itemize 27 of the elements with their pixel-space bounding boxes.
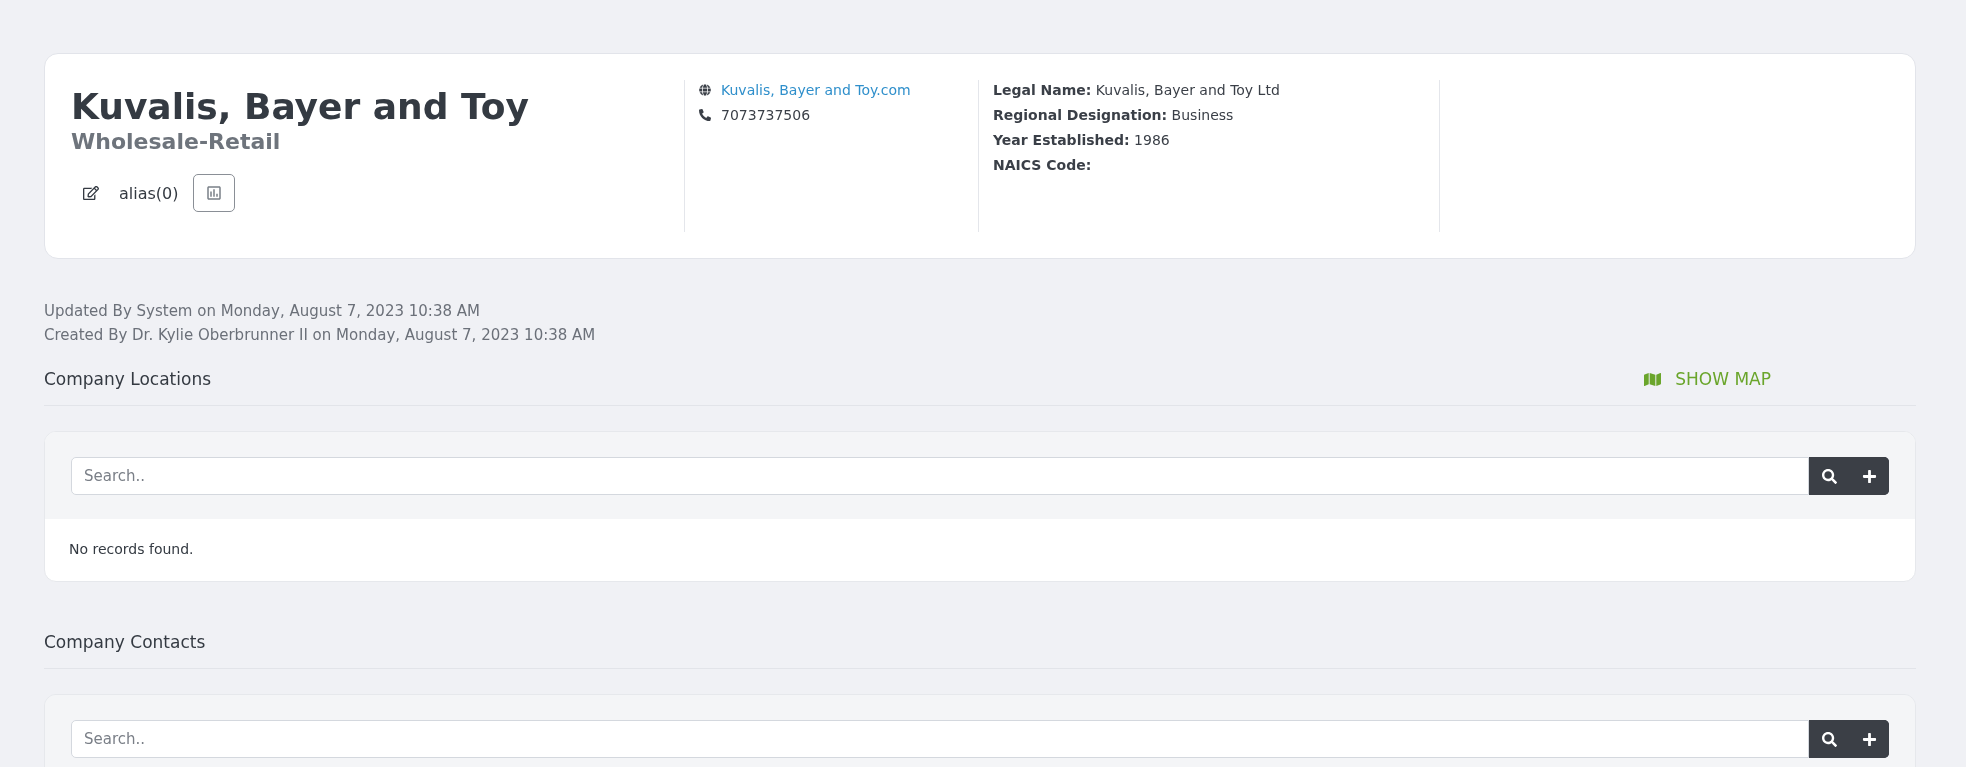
search-icon xyxy=(1821,731,1837,747)
plus-icon xyxy=(1861,731,1877,747)
search-icon xyxy=(1821,468,1837,484)
audit-text: Created By Dr. Kylie Oberbrunner II on Monday, August 7, 2023 10:38 AM xyxy=(44,325,597,346)
chart-button[interactable] xyxy=(192,174,235,212)
map-icon xyxy=(1644,370,1662,388)
empty-message: No records found. xyxy=(68,540,195,559)
show-map-button[interactable]: SHOW MAP xyxy=(1644,369,1771,389)
section-title: Company Locations xyxy=(44,369,212,389)
company-name: Kuvalis, Bayer and Toy xyxy=(71,86,530,127)
company-category: Wholesale-Retail xyxy=(71,129,282,154)
detail-line: NAICS Code: xyxy=(993,157,1093,173)
alias-button[interactable]: alias(0) xyxy=(119,183,179,203)
search-field[interactable]: Search.. xyxy=(71,457,1809,495)
website-link[interactable]: Kuvalis, Bayer and Toy.com xyxy=(721,82,911,98)
phone-icon xyxy=(699,109,711,121)
search-field[interactable]: Search.. xyxy=(71,720,1809,758)
phone-number: 7073737506 xyxy=(721,107,811,123)
section-title: Company Contacts xyxy=(44,632,206,652)
bar-chart-icon xyxy=(204,184,223,202)
edit-icon[interactable] xyxy=(83,185,99,201)
audit-text: Updated By System on Monday, August 7, 2023 10:38 AM xyxy=(44,301,481,322)
detail-line: Year Established: 1986 xyxy=(993,132,1171,148)
plus-icon xyxy=(1861,468,1877,484)
detail-line: Legal Name: Kuvalis, Bayer and Toy Ltd xyxy=(993,82,1281,98)
detail-line: Regional Designation: Business xyxy=(993,107,1235,123)
globe-icon xyxy=(699,84,711,96)
